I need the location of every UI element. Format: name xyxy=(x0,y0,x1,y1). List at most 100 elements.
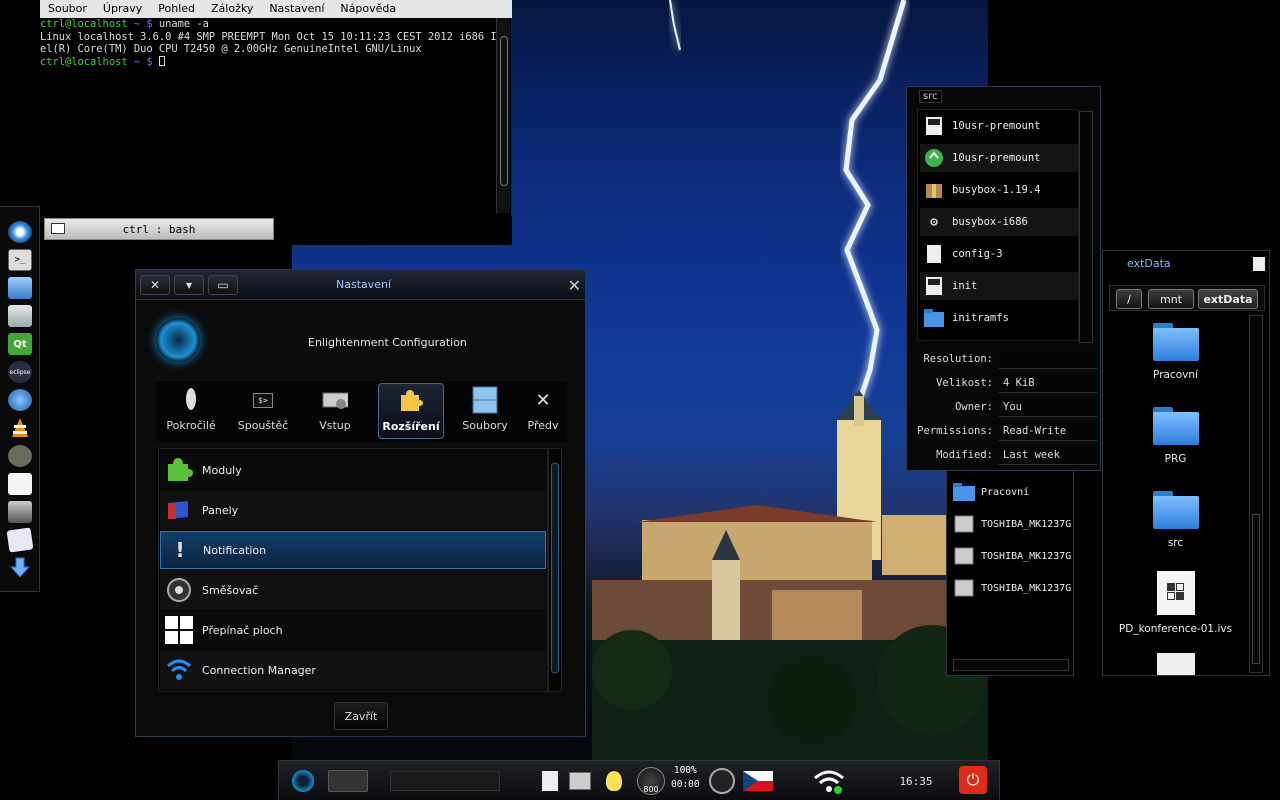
category-vstup[interactable]: Vstup xyxy=(302,383,368,439)
category-predvolby[interactable]: ✕ Předv xyxy=(522,383,564,439)
tools-icon[interactable]: ✕ xyxy=(568,276,581,295)
menu-nastaveni[interactable]: Nastavení xyxy=(261,0,332,18)
power-icon[interactable]: ⏻ xyxy=(959,766,987,794)
file-item[interactable]: 10usr-premount xyxy=(920,144,1078,172)
category-soubory[interactable]: Soubory xyxy=(452,383,518,439)
places-panel[interactable]: Pracovní TOSHIBA_MK1237G TOSHIBA_MK1237G… xyxy=(946,468,1074,676)
speaker-icon[interactable] xyxy=(707,767,737,795)
panel-icon xyxy=(164,495,194,525)
lightbulb-icon[interactable] xyxy=(599,767,629,795)
category-rozsireni[interactable]: Rozšíření xyxy=(378,383,444,439)
module-item-smesovac[interactable]: Směšovač xyxy=(160,571,546,609)
place-item-drive-3[interactable]: TOSHIBA_MK1237G xyxy=(953,575,1073,601)
module-item-panely[interactable]: Panely xyxy=(160,491,546,529)
document-icon[interactable] xyxy=(537,767,563,795)
image-viewer-icon[interactable] xyxy=(8,305,32,327)
file-item[interactable]: busybox-1.19.4 xyxy=(920,176,1078,204)
terminal-window[interactable]: Soubor Úpravy Pohled Záložky Nastavení N… xyxy=(0,0,512,245)
file-label: PD_konference-01.ivs xyxy=(1118,623,1233,635)
category-label: Rozšíření xyxy=(382,420,440,433)
file-label: config-3 xyxy=(952,248,1003,260)
menu-napoveda[interactable]: Nápověda xyxy=(332,0,404,18)
path-button-root[interactable]: / xyxy=(1116,289,1142,309)
start-icon[interactable] xyxy=(289,767,317,795)
terminal-output-line-1: Linux localhost 3.6.0 #4 SMP PREEMPT Mon… xyxy=(40,30,496,43)
terminal-tab[interactable]: ctrl : bash xyxy=(44,218,274,240)
folder-item-prg[interactable]: PRG xyxy=(1103,407,1248,465)
folder-item-src[interactable]: src xyxy=(1103,491,1248,549)
text-file-icon xyxy=(924,244,944,264)
thunderbird-icon[interactable] xyxy=(8,389,32,411)
settings-titlebar[interactable]: ✕ ▾ ▭ Nastavení ✕ xyxy=(136,270,585,300)
places-horizontal-scrollbar[interactable] xyxy=(953,659,1069,671)
path-button-mnt[interactable]: mnt xyxy=(1148,289,1194,309)
document-icon[interactable] xyxy=(8,473,32,495)
folder-item-pracovni[interactable]: Pracovní xyxy=(1103,323,1248,381)
file-item[interactable]: config-3 xyxy=(920,240,1078,268)
taskbar-icon[interactable] xyxy=(385,767,505,795)
terminal-icon[interactable]: >_ xyxy=(8,249,32,271)
qt-icon[interactable]: Qt xyxy=(8,333,32,355)
terminal-scrollbar[interactable] xyxy=(496,18,510,213)
path-button-extdata[interactable]: extData xyxy=(1198,289,1258,309)
category-label: Spouštěč xyxy=(237,419,289,432)
cpufreq-icon[interactable]: 800 xyxy=(635,767,667,795)
scrollbar-thumb[interactable] xyxy=(500,36,508,186)
src-list-scrollbar[interactable] xyxy=(1079,111,1093,343)
terminal-output[interactable]: ctrl@localhost ~ $ uname -a Linux localho… xyxy=(40,18,496,213)
keyboard-mouse-icon xyxy=(322,387,348,413)
minimize-button[interactable]: ▾ xyxy=(174,275,204,295)
category-spoustec[interactable]: $> Spouštěč xyxy=(230,383,296,439)
scrollbar-thumb[interactable] xyxy=(551,463,559,673)
place-item-drive-1[interactable]: TOSHIBA_MK1237G xyxy=(953,511,1073,537)
module-item-notification[interactable]: ! Notification xyxy=(160,531,546,569)
maximize-button[interactable]: ▭ xyxy=(208,275,238,295)
maximize-icon: ▭ xyxy=(217,278,229,292)
module-item-connection-manager[interactable]: Connection Manager xyxy=(160,651,546,689)
network-icon[interactable] xyxy=(811,767,847,795)
menu-pohled[interactable]: Pohled xyxy=(150,0,203,18)
menu-soubor[interactable]: Soubor xyxy=(40,0,95,18)
terminal-icon[interactable] xyxy=(567,767,593,795)
module-label: Přepínač ploch xyxy=(202,623,283,637)
browser-icon[interactable] xyxy=(8,221,32,243)
cz-flag-icon[interactable] xyxy=(741,767,775,795)
place-item-pracovni[interactable]: Pracovní xyxy=(953,479,1073,505)
src-file-list[interactable]: 10usr-premount 10usr-premount busybox-1.… xyxy=(917,109,1079,341)
file-manager-window[interactable]: extData / mnt extData Pracovní PRG src P… xyxy=(1102,250,1270,676)
menu-upravy[interactable]: Úpravy xyxy=(95,0,150,18)
file-manager-icon[interactable] xyxy=(8,277,32,299)
file-item[interactable]: 10usr-premount xyxy=(920,112,1078,140)
src-file-dialog[interactable]: src 10usr-premount 10usr-premount busybo… xyxy=(906,86,1101,471)
scrollbar-thumb[interactable] xyxy=(1252,514,1260,664)
settings-window[interactable]: ✕ ▾ ▭ Nastavení ✕ Enlightenment Configur… xyxy=(135,269,586,737)
text-file-icon[interactable] xyxy=(1157,653,1195,675)
close-button[interactable]: Zavřít xyxy=(334,702,388,730)
module-list[interactable]: Moduly Panely ! Notification Směšovač Př… xyxy=(158,448,548,692)
module-item-prepinac-ploch[interactable]: Přepínač ploch xyxy=(160,611,546,649)
qtcreator-icon[interactable] xyxy=(8,501,32,523)
place-item-drive-2[interactable]: TOSHIBA_MK1237G xyxy=(953,543,1073,569)
file-item-pd-konference[interactable]: PD_konference-01.ivs xyxy=(1103,571,1248,635)
category-pokrocile[interactable]: Pokročilé xyxy=(158,383,224,439)
file-manager-scrollbar[interactable] xyxy=(1249,315,1263,673)
gimp-icon[interactable] xyxy=(8,445,32,467)
ivs-file-icon xyxy=(1156,571,1195,615)
terminal-menubar: Soubor Úpravy Pohled Záložky Nastavení N… xyxy=(40,0,512,18)
close-window-button[interactable]: ✕ xyxy=(140,275,170,295)
terminal-line-1: ctrl@localhost ~ $ uname -a xyxy=(40,18,496,31)
module-item-moduly[interactable]: Moduly xyxy=(160,451,546,489)
vlc-icon[interactable] xyxy=(8,417,32,439)
download-icon[interactable] xyxy=(8,557,32,579)
module-list-scrollbar[interactable] xyxy=(548,448,562,692)
menu-zalozky[interactable]: Záložky xyxy=(203,0,261,18)
battery-indicator[interactable]: 100% 00:00 xyxy=(671,764,700,792)
file-item[interactable]: ⚙ busybox-i686 xyxy=(920,208,1078,236)
clock[interactable]: 16:35 xyxy=(883,767,949,795)
pager-icon[interactable] xyxy=(327,767,369,795)
file-item[interactable]: initramfs xyxy=(920,304,1078,332)
file-item[interactable]: init xyxy=(920,272,1078,300)
text-editor-icon[interactable] xyxy=(6,527,34,553)
eclipse-icon[interactable]: eclipse xyxy=(8,361,32,383)
cpu-label: 800 xyxy=(643,785,659,794)
